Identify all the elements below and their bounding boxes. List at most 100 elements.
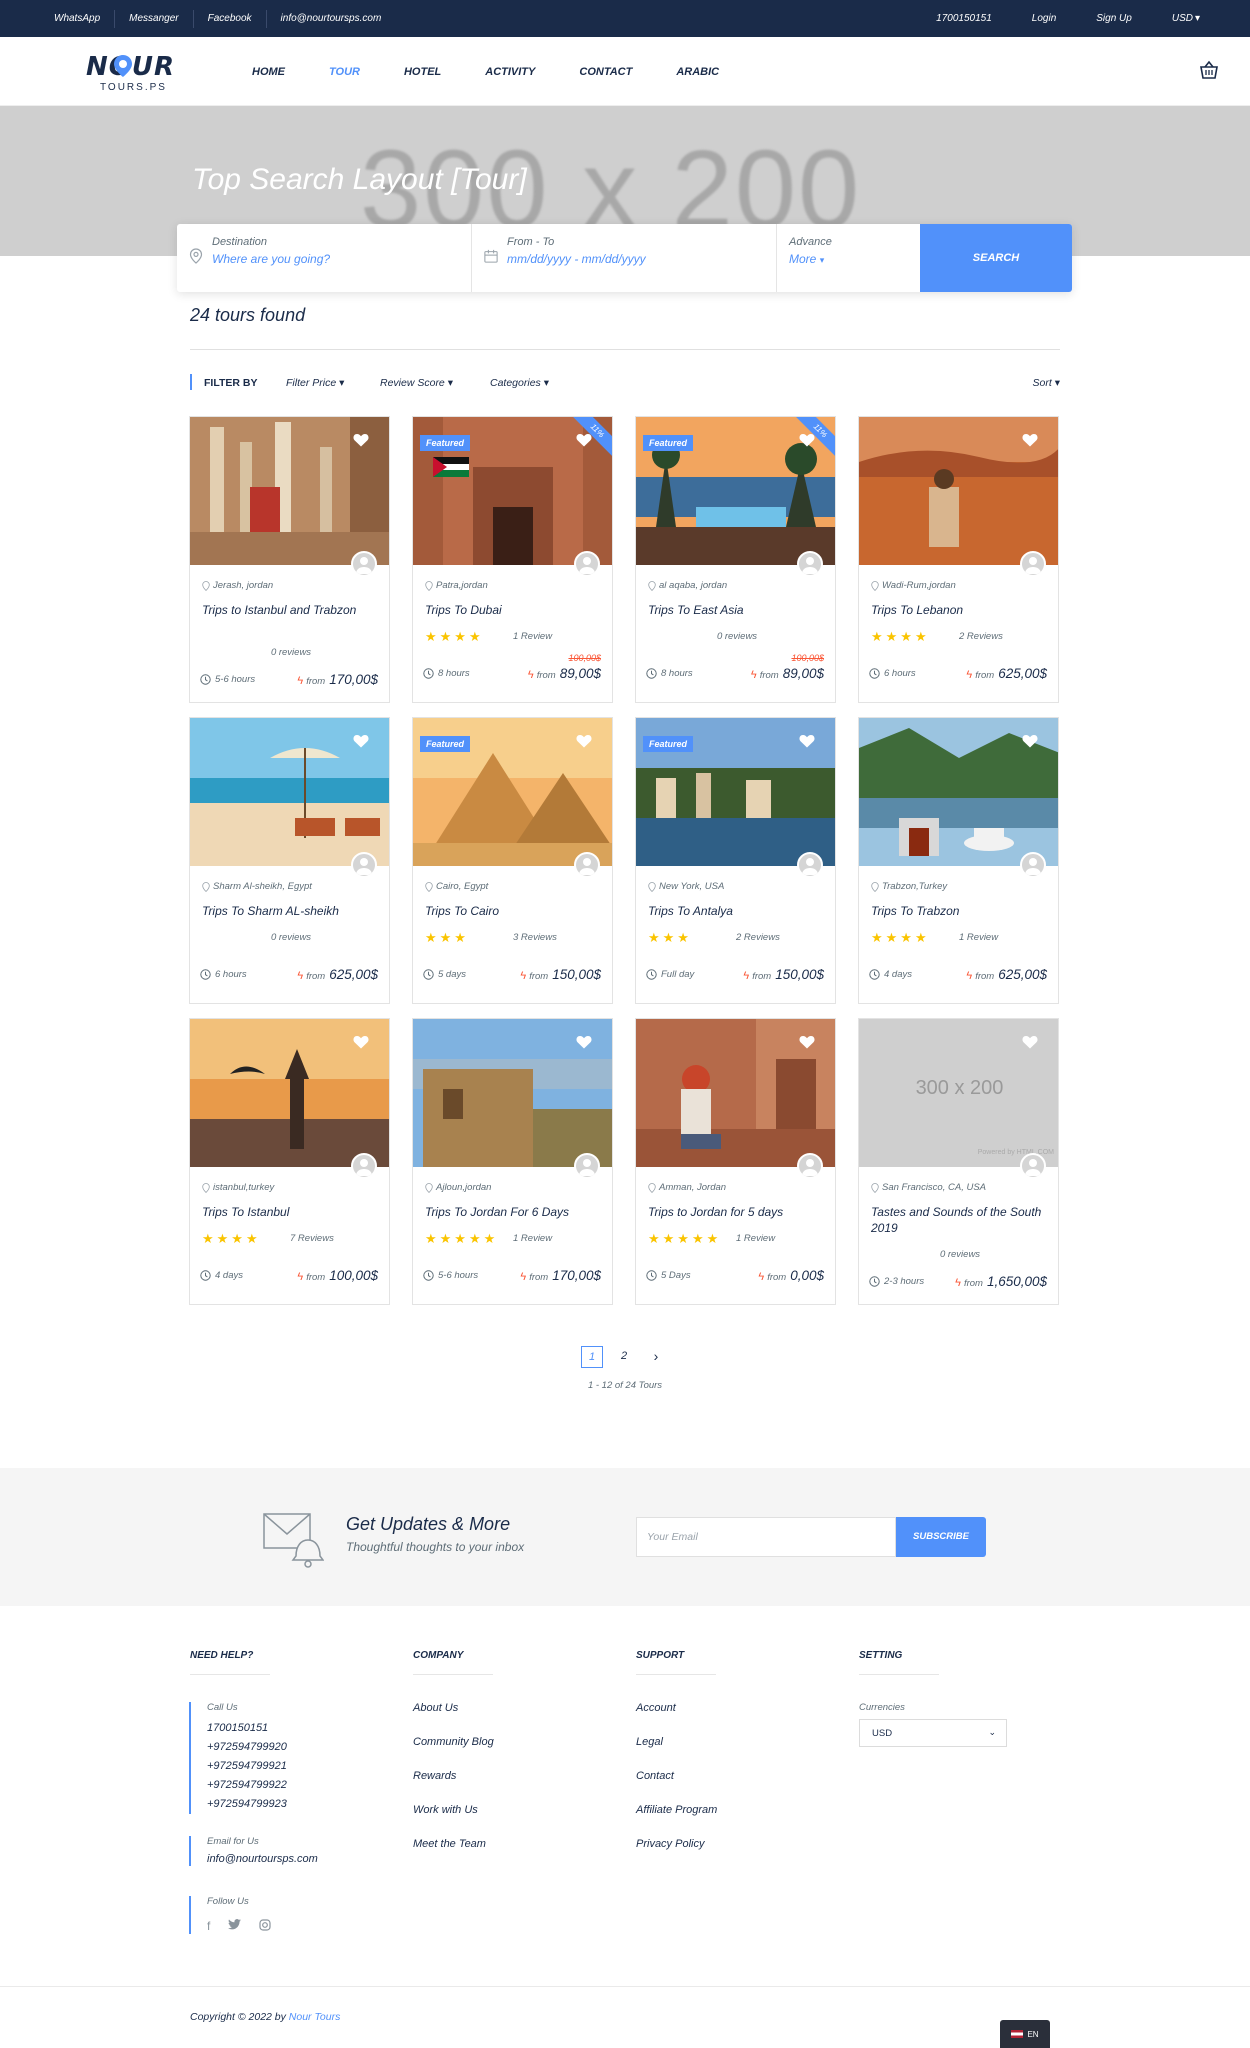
tour-card[interactable]: 300 x 200 Powered by HTML.COM San Franci… — [858, 1018, 1059, 1305]
avatar[interactable] — [1020, 1153, 1046, 1179]
heart-icon[interactable] — [799, 734, 815, 748]
subscribe-button[interactable]: SUBSCRIBE — [896, 1517, 986, 1557]
avatar[interactable] — [351, 852, 377, 878]
tour-title[interactable]: Trips To East Asia — [648, 602, 828, 618]
review-count[interactable]: 0 reviews — [202, 932, 380, 943]
tour-title[interactable]: Trips To Istanbul — [202, 1204, 382, 1220]
tour-image[interactable]: Featured — [636, 718, 835, 866]
tour-card[interactable]: Trabzon,Turkey Trips To Trabzon ★★★★ 1 Revi… — [858, 717, 1059, 1004]
tour-image[interactable]: Featured 11% — [636, 417, 835, 565]
tour-image[interactable] — [190, 718, 389, 866]
review-count[interactable]: 1 Review — [513, 631, 552, 642]
nav-contact[interactable]: CONTACT — [579, 66, 632, 78]
phone-number[interactable]: +972594799921 — [207, 1757, 287, 1776]
review-count[interactable]: 0 reviews — [871, 1249, 1049, 1260]
avatar[interactable] — [797, 852, 823, 878]
newsletter-email-input[interactable]: Your Email — [636, 1517, 896, 1557]
avatar[interactable] — [351, 551, 377, 577]
tour-card[interactable]: Ajloun,jordan Trips To Jordan For 6 Days ★… — [412, 1018, 613, 1305]
heart-icon[interactable] — [576, 433, 592, 447]
footer-link[interactable]: Privacy Policy — [636, 1838, 704, 1850]
heart-icon[interactable] — [1022, 1035, 1038, 1049]
tour-image[interactable]: Featured 11% — [413, 417, 612, 565]
tour-image[interactable]: Featured — [413, 718, 612, 866]
tour-title[interactable]: Trips To Jordan For 6 Days — [425, 1204, 605, 1220]
language-switcher[interactable]: EN — [1000, 2020, 1050, 2048]
login-link[interactable]: Login — [1012, 10, 1076, 28]
footer-link[interactable]: Meet the Team — [413, 1838, 486, 1850]
tour-title[interactable]: Trips To Trabzon — [871, 903, 1051, 919]
nav-arabic[interactable]: ARABIC — [676, 66, 719, 78]
heart-icon[interactable] — [353, 734, 369, 748]
tour-card[interactable]: Featured New York, USA Trips To Antalya ★★… — [635, 717, 836, 1004]
facebook-link[interactable]: Facebook — [194, 9, 267, 28]
dates-input[interactable]: mm/dd/yyyy - mm/dd/yyyy — [507, 252, 776, 266]
footer-email[interactable]: info@nourtoursps.com — [207, 1853, 318, 1866]
tour-card[interactable]: Jerash, jordan Trips to Istanbul and Trab… — [189, 416, 390, 703]
tour-card[interactable]: Wadi-Rum,jordan Trips To Lebanon ★★★★ 2 Rev… — [858, 416, 1059, 703]
nav-activity[interactable]: ACTIVITY — [485, 66, 535, 78]
categories-dropdown[interactable]: Categories ▾ — [490, 377, 549, 389]
tour-card[interactable]: Featured 11% al aqaba, jordan Trips To Eas… — [635, 416, 836, 703]
twitter-icon[interactable] — [228, 1919, 242, 1934]
review-count[interactable]: 1 Review — [513, 1233, 552, 1244]
review-count[interactable]: 2 Reviews — [959, 631, 1003, 642]
footer-link[interactable]: Contact — [636, 1770, 674, 1782]
tour-image[interactable] — [190, 1019, 389, 1167]
footer-link[interactable]: Affiliate Program — [636, 1804, 717, 1816]
tour-image[interactable]: 300 x 200 Powered by HTML.COM — [859, 1019, 1058, 1167]
phone-number[interactable]: +972594799923 — [207, 1795, 287, 1814]
phone-number[interactable]: +972594799922 — [207, 1776, 287, 1795]
avatar[interactable] — [1020, 852, 1046, 878]
tour-card[interactable]: Featured Cairo, Egypt Trips To Cairo ★★★ 3 … — [412, 717, 613, 1004]
review-count[interactable]: 3 Reviews — [513, 932, 557, 943]
currency-dropdown[interactable]: USD ▾ — [1152, 10, 1220, 28]
cart-icon[interactable] — [1198, 59, 1220, 81]
review-count[interactable]: 1 Review — [736, 1233, 775, 1244]
avatar[interactable] — [1020, 551, 1046, 577]
avatar[interactable] — [574, 852, 600, 878]
destination-field[interactable]: Destination Where are you going? — [177, 224, 472, 292]
heart-icon[interactable] — [353, 433, 369, 447]
page-2-button[interactable]: 2 — [613, 1346, 635, 1368]
top-phone[interactable]: 1700150151 — [916, 10, 1012, 28]
tour-title[interactable]: Trips to Istanbul and Trabzon — [202, 602, 382, 618]
signup-link[interactable]: Sign Up — [1076, 10, 1152, 28]
facebook-icon[interactable]: f — [207, 1919, 210, 1934]
phone-number[interactable]: 1700150151 — [207, 1719, 287, 1738]
tour-title[interactable]: Tastes and Sounds of the South 2019 — [871, 1204, 1051, 1236]
tour-title[interactable]: Trips To Lebanon — [871, 602, 1051, 618]
heart-icon[interactable] — [576, 734, 592, 748]
nav-hotel[interactable]: HOTEL — [404, 66, 441, 78]
advance-field[interactable]: Advance More ▾ — [777, 224, 920, 292]
tour-image[interactable] — [859, 718, 1058, 866]
whatsapp-link[interactable]: WhatsApp — [42, 9, 116, 28]
phone-number[interactable]: +972594799920 — [207, 1738, 287, 1757]
heart-icon[interactable] — [1022, 734, 1038, 748]
currency-select[interactable]: USD ⌄ — [859, 1719, 1007, 1747]
avatar[interactable] — [574, 551, 600, 577]
heart-icon[interactable] — [576, 1035, 592, 1049]
footer-link[interactable]: Legal — [636, 1736, 663, 1748]
avatar[interactable] — [797, 551, 823, 577]
avatar[interactable] — [351, 1153, 377, 1179]
footer-link[interactable]: Community Blog — [413, 1736, 494, 1748]
tour-card[interactable]: Sharm Al-sheikh, Egypt Trips To Sharm AL-… — [189, 717, 390, 1004]
copyright-brand-link[interactable]: Nour Tours — [289, 2011, 341, 2023]
tour-image[interactable] — [190, 417, 389, 565]
tour-title[interactable]: Trips to Jordan for 5 days — [648, 1204, 828, 1220]
review-count[interactable]: 0 reviews — [202, 647, 380, 658]
footer-link[interactable]: Account — [636, 1702, 676, 1714]
site-logo[interactable]: NOUR TOURS.PS — [86, 52, 176, 96]
tour-card[interactable]: Amman, Jordan Trips to Jordan for 5 days ★… — [635, 1018, 836, 1305]
review-count[interactable]: 2 Reviews — [736, 932, 780, 943]
avatar[interactable] — [574, 1153, 600, 1179]
date-range-field[interactable]: From - To mm/dd/yyyy - mm/dd/yyyy — [472, 224, 777, 292]
tour-title[interactable]: Trips To Cairo — [425, 903, 605, 919]
messenger-link[interactable]: Messanger — [115, 9, 194, 28]
heart-icon[interactable] — [799, 433, 815, 447]
next-page-icon[interactable]: › — [645, 1346, 667, 1368]
tour-title[interactable]: Trips To Dubai — [425, 602, 605, 618]
footer-link[interactable]: About Us — [413, 1702, 458, 1714]
nav-tour[interactable]: TOUR — [329, 66, 360, 78]
